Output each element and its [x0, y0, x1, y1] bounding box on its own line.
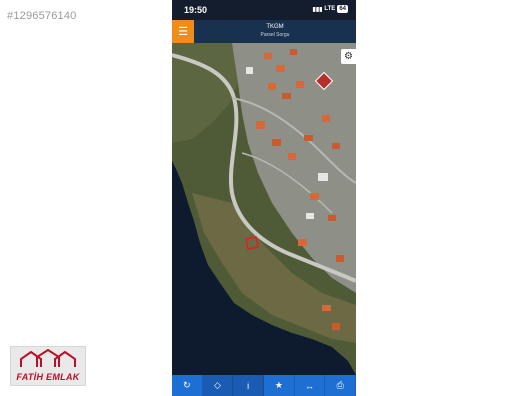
settings-button[interactable]: ⚙: [341, 49, 356, 64]
signal-icon: ▮▮▮: [312, 6, 323, 13]
measure-icon: ↔: [305, 380, 315, 391]
favorite-button[interactable]: ★: [264, 375, 295, 396]
hamburger-menu-icon: ☰: [178, 26, 188, 38]
app-title: TKGM: [266, 24, 284, 30]
refresh-button[interactable]: ↻: [172, 375, 203, 396]
measure-button[interactable]: ↔: [295, 375, 326, 396]
logo-text: FATİH EMLAK: [16, 372, 80, 382]
menu-button[interactable]: ☰: [172, 20, 194, 43]
network-type: LTE: [324, 6, 336, 12]
listing-id: #1296576140: [7, 10, 77, 22]
header-titles: TKGM Parsel Sorgu: [194, 23, 356, 39]
house-logo-icon: [20, 349, 76, 367]
bottom-toolbar: ↻ ◇ i ★ ↔ ⎙: [172, 375, 356, 396]
map-imagery: [172, 43, 356, 375]
status-indicators: ▮▮▮ LTE 64: [313, 5, 348, 13]
gear-icon: ⚙: [344, 51, 353, 62]
info-button[interactable]: i: [233, 375, 265, 396]
status-bar: 19:50 ▮▮▮ LTE 64: [172, 0, 356, 20]
print-icon: ⎙: [336, 380, 344, 390]
locate-icon: ◇: [214, 380, 221, 390]
app-subtitle: Parsel Sorgu: [260, 32, 290, 38]
status-time: 19:50: [184, 5, 208, 15]
satellite-map[interactable]: ⚙: [172, 43, 356, 375]
star-icon: ★: [274, 380, 283, 390]
print-button[interactable]: ⎙: [325, 375, 356, 396]
brand-logo: FATİH EMLAK: [10, 346, 86, 386]
locate-button[interactable]: ◇: [202, 375, 234, 396]
phone-screen: 19:50 ▮▮▮ LTE 64 ☰ TKGM Parsel Sorgu ⚙ ↻…: [172, 0, 356, 396]
app-header: ☰ TKGM Parsel Sorgu: [172, 20, 356, 43]
refresh-icon: ↻: [183, 380, 191, 390]
info-icon: i: [247, 380, 250, 391]
battery-icon: 64: [337, 5, 348, 13]
